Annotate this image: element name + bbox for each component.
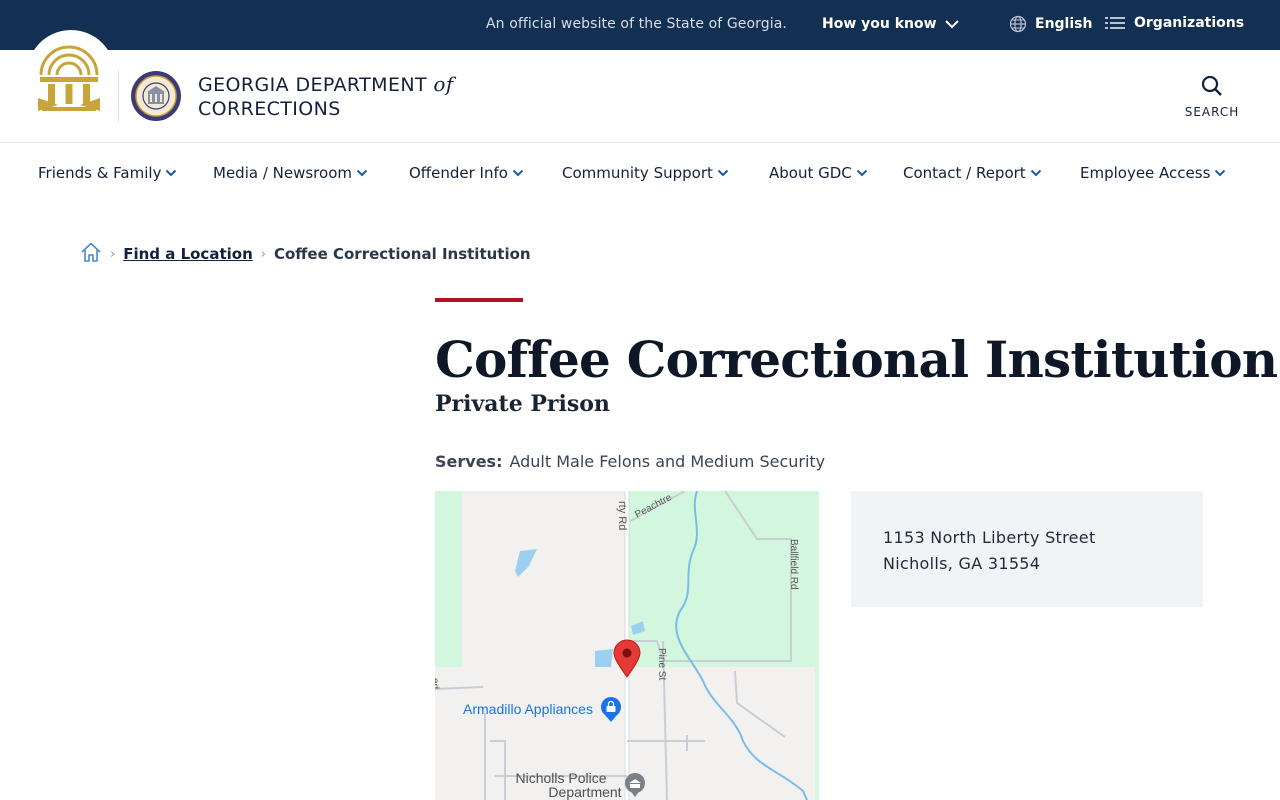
chevron-down-icon (717, 169, 729, 177)
serves-value: Adult Male Felons and Medium Security (509, 452, 826, 471)
chevron-down-icon (356, 169, 368, 177)
address-line2: Nicholls, GA 31554 (883, 554, 1041, 573)
nav-label: Contact / Report (903, 164, 1026, 182)
chevron-right-icon: › (260, 246, 266, 262)
nav-label: Friends & Family (38, 164, 162, 182)
nav-friends-family[interactable]: Friends & Family (38, 164, 177, 182)
map-label-liberty-rd: rty Rd (616, 501, 628, 530)
search-icon (1201, 75, 1222, 96)
official-banner: An official website of the State of Geor… (0, 0, 1280, 50)
organizations-button[interactable]: Organizations (1105, 15, 1244, 31)
breadcrumb-find-location[interactable]: Find a Location (123, 245, 253, 263)
language-selector[interactable]: English (1009, 15, 1092, 33)
brand-line2: CORRECTIONS (198, 98, 341, 120)
brand-of: of (433, 72, 454, 96)
breadcrumb: › Find a Location › Coffee Correctional … (80, 241, 531, 267)
map-poi-police-line2: Department (548, 784, 621, 800)
how-you-know-button[interactable]: How you know (822, 16, 959, 32)
serves-label: Serves: (435, 452, 503, 471)
official-site-text: An official website of the State of Geor… (486, 16, 787, 32)
facility-type: Private Prison (435, 391, 610, 417)
chevron-down-icon (1215, 169, 1226, 177)
map-label-left-edge: ed (435, 678, 440, 689)
home-icon (81, 242, 101, 262)
nav-community-support[interactable]: Community Support (562, 164, 729, 182)
nav-label: Community Support (562, 164, 713, 182)
globe-icon (1009, 15, 1027, 33)
main-nav: Friends & Family Media / Newsroom Offend… (0, 160, 1280, 190)
chevron-down-icon (512, 169, 524, 177)
agency-name[interactable]: GEORGIA DEPARTMENT of CORRECTIONS (198, 72, 454, 121)
how-you-know-label: How you know (822, 16, 937, 32)
nav-offender-info[interactable]: Offender Info (409, 164, 524, 182)
search-label: SEARCH (1184, 105, 1240, 119)
nav-employee-access[interactable]: Employee Access (1080, 164, 1226, 182)
nav-about-gdc[interactable]: About GDC (769, 164, 868, 182)
logo-divider (118, 70, 119, 122)
breadcrumb-home[interactable] (80, 241, 102, 267)
organizations-label: Organizations (1134, 15, 1245, 31)
nav-label: About GDC (769, 164, 852, 182)
address-card: 1153 North Liberty Street Nicholls, GA 3… (851, 491, 1203, 607)
nav-label: Media / Newsroom (213, 164, 352, 182)
page-title: Coffee Correctional Institution (435, 330, 1278, 389)
search-button[interactable]: SEARCH (1180, 74, 1244, 119)
serves-info: Serves: Adult Male Felons and Medium Sec… (435, 452, 825, 471)
map-poi-armadillo: Armadillo Appliances (463, 701, 593, 717)
map-label-ballfield-rd: Ballfield Rd (788, 539, 799, 590)
nav-contact-report[interactable]: Contact / Report (903, 164, 1042, 182)
map-label-pine-st: Pine St (656, 648, 667, 680)
chevron-right-icon: › (110, 246, 116, 262)
chevron-down-icon (944, 19, 959, 28)
nav-label: Offender Info (409, 164, 508, 182)
nav-media-newsroom[interactable]: Media / Newsroom (213, 164, 368, 182)
site-header (0, 50, 1280, 143)
nav-label: Employee Access (1080, 164, 1211, 182)
brand-line1: GEORGIA DEPARTMENT (198, 74, 427, 96)
list-icon (1105, 17, 1125, 29)
location-map[interactable]: rty Rd Peachtre Ballfield Rd Pine St ed … (435, 491, 819, 800)
chevron-down-icon (1030, 169, 1041, 177)
language-label: English (1035, 16, 1093, 32)
title-accent-bar (435, 298, 523, 302)
georgia-seal-logo[interactable] (36, 41, 102, 120)
chevron-down-icon (166, 169, 177, 177)
address-line1: 1153 North Liberty Street (883, 528, 1096, 547)
chevron-down-icon (856, 169, 867, 177)
breadcrumb-current: Coffee Correctional Institution (273, 245, 531, 263)
gdc-seal-logo[interactable] (130, 70, 182, 127)
